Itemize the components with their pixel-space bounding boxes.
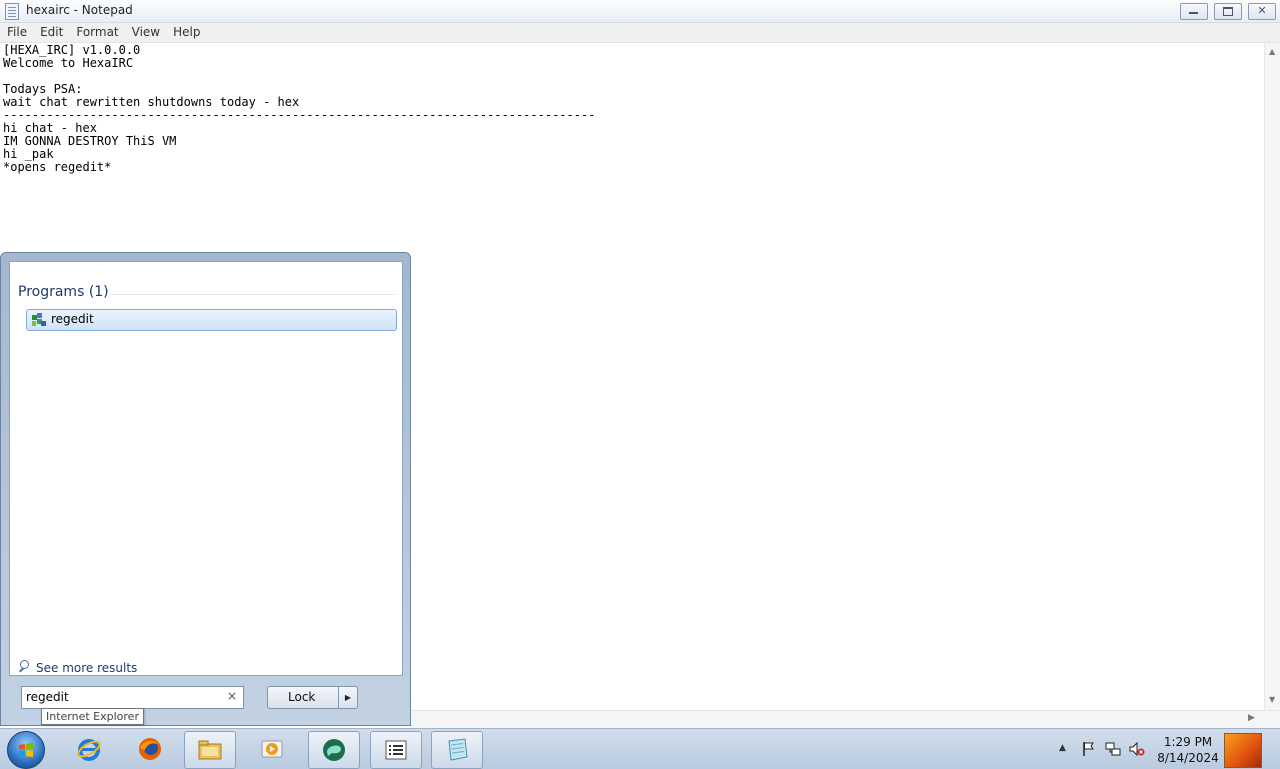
notepad-icon [448, 738, 468, 761]
search-icon [18, 660, 30, 674]
file-explorer-icon [198, 740, 222, 760]
taskbar-notepad[interactable] [431, 731, 483, 769]
windows-logo-icon [19, 743, 33, 757]
menu-format[interactable]: Format [69, 23, 124, 42]
clear-search-icon[interactable]: × [227, 689, 237, 703]
start-menu: Programs (1) regedit See more results × … [0, 252, 411, 726]
power-options-arrow-icon[interactable]: ▶ [338, 687, 357, 708]
see-more-label: See more results [36, 661, 138, 675]
taskbar: ▲ 1:29 PM 8/14/2024 [0, 728, 1280, 769]
document-text[interactable]: [HEXA_IRC] v1.0.0.0 Welcome to HexaIRC T… [0, 43, 1264, 174]
vertical-scrollbar[interactable]: ▲ ▼ [1264, 43, 1280, 710]
clock-time: 1:29 PM [1163, 735, 1213, 749]
start-button[interactable] [7, 731, 45, 769]
firefox-icon [139, 738, 161, 760]
result-item-regedit[interactable]: regedit [26, 309, 397, 331]
show-hidden-icons[interactable]: ▲ [1059, 743, 1066, 753]
taskbar-file-explorer[interactable] [184, 731, 236, 769]
user-thumbnail-flower[interactable] [1224, 733, 1262, 768]
media-player-icon [261, 740, 283, 758]
scroll-up-icon[interactable]: ▲ [1269, 47, 1275, 56]
task-manager-icon [385, 740, 407, 760]
lock-button[interactable]: Lock ▶ [267, 686, 358, 709]
close-icon: ✕ [1257, 4, 1267, 17]
header-divider [110, 294, 395, 295]
start-search-box[interactable]: × [21, 686, 244, 709]
taskbar-internet-explorer[interactable] [64, 731, 114, 767]
minimize-button[interactable] [1180, 3, 1208, 20]
programs-header: Programs (1) [18, 284, 109, 300]
result-label: regedit [51, 312, 94, 326]
scroll-right-icon[interactable]: ▶ [1248, 713, 1255, 723]
window-titlebar[interactable]: hexairc - Notepad ✕ [0, 0, 1280, 23]
lock-button-label: Lock [288, 690, 316, 704]
menu-edit[interactable]: Edit [33, 23, 69, 42]
taskbar-chat-app[interactable] [308, 731, 360, 769]
start-search-input[interactable] [26, 689, 216, 705]
clock[interactable]: 1:29 PM 8/14/2024 [1156, 734, 1220, 766]
maximize-button[interactable] [1214, 3, 1242, 20]
chat-app-icon [323, 739, 345, 761]
clock-date: 8/14/2024 [1157, 751, 1219, 765]
notepad-app-icon [5, 3, 19, 20]
horizontal-scrollbar[interactable]: ▶ [410, 710, 1280, 728]
search-results-pane: Programs (1) regedit See more results [9, 261, 403, 676]
menu-help[interactable]: Help [166, 23, 206, 42]
network-icon[interactable] [1105, 741, 1121, 757]
internet-explorer-icon [77, 739, 101, 761]
scroll-down-icon[interactable]: ▼ [1269, 695, 1275, 704]
taskbar-tooltip: Internet Explorer [41, 708, 144, 725]
taskbar-task-manager[interactable] [370, 731, 422, 769]
see-more-results-link[interactable]: See more results [18, 660, 137, 675]
menu-bar: File Edit Format View Help [0, 23, 1280, 43]
taskbar-firefox[interactable] [125, 731, 175, 767]
menu-file[interactable]: File [0, 23, 33, 42]
regedit-icon [32, 313, 46, 326]
window-controls: ✕ [1174, 3, 1276, 20]
menu-view[interactable]: View [125, 23, 166, 42]
window-title: hexairc - Notepad [26, 3, 133, 17]
action-center-flag-icon[interactable] [1081, 741, 1097, 757]
volume-muted-icon[interactable] [1129, 741, 1145, 757]
taskbar-media-player[interactable] [247, 731, 297, 767]
close-button[interactable]: ✕ [1248, 3, 1276, 20]
